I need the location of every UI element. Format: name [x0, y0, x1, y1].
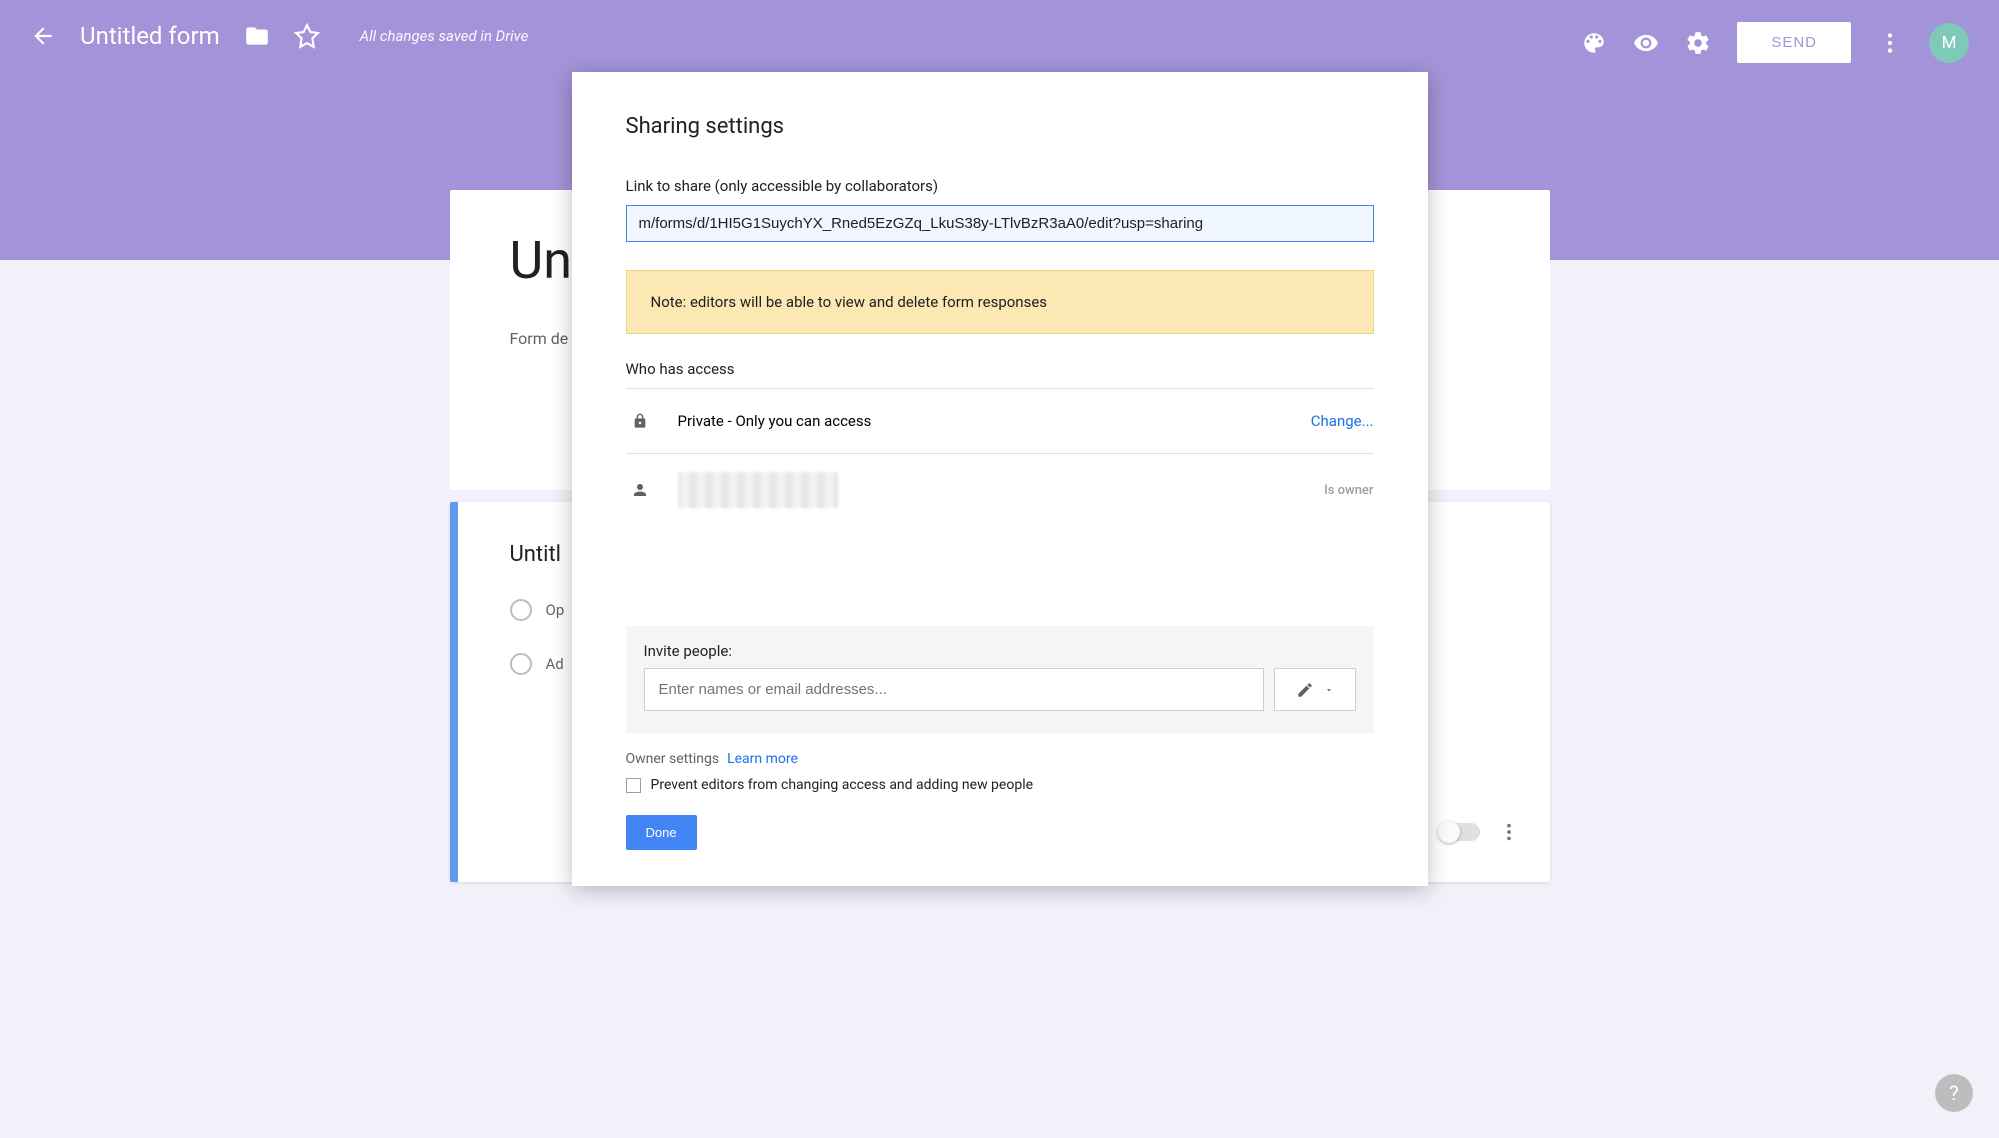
invite-row	[644, 668, 1356, 711]
share-link-input[interactable]	[626, 205, 1374, 242]
who-has-access-label: Who has access	[626, 360, 1374, 378]
access-row-owner: Is owner	[626, 453, 1374, 526]
permission-dropdown[interactable]	[1274, 668, 1356, 711]
invite-label: Invite people:	[644, 642, 1356, 660]
owner-settings-row: Owner settings Learn more	[626, 751, 1374, 767]
pencil-icon	[1296, 681, 1314, 699]
change-link[interactable]: Change...	[1311, 412, 1374, 430]
access-text: Private - Only you can access	[678, 412, 1287, 430]
dialog-backdrop: Sharing settings Link to share (only acc…	[0, 0, 1999, 1138]
learn-more-link[interactable]: Learn more	[727, 751, 798, 767]
help-icon[interactable]: ?	[1935, 1074, 1973, 1112]
done-button[interactable]: Done	[626, 815, 697, 850]
invite-section: Invite people:	[626, 626, 1374, 733]
prevent-editors-label: Prevent editors from changing access and…	[651, 777, 1034, 793]
lock-icon	[626, 407, 654, 435]
owner-settings-label: Owner settings	[626, 751, 720, 767]
chevron-down-icon	[1324, 685, 1334, 695]
invite-input[interactable]	[644, 668, 1264, 711]
prevent-editors-row[interactable]: Prevent editors from changing access and…	[626, 777, 1374, 793]
note-box: Note: editors will be able to view and d…	[626, 270, 1374, 334]
access-row-private: Private - Only you can access Change...	[626, 388, 1374, 453]
owner-name-redacted	[678, 472, 838, 508]
prevent-editors-checkbox[interactable]	[626, 778, 641, 793]
person-icon	[626, 476, 654, 504]
sharing-dialog: Sharing settings Link to share (only acc…	[572, 72, 1428, 886]
owner-role: Is owner	[1324, 483, 1373, 498]
dialog-title: Sharing settings	[626, 114, 1374, 139]
link-share-label: Link to share (only accessible by collab…	[626, 177, 1374, 195]
